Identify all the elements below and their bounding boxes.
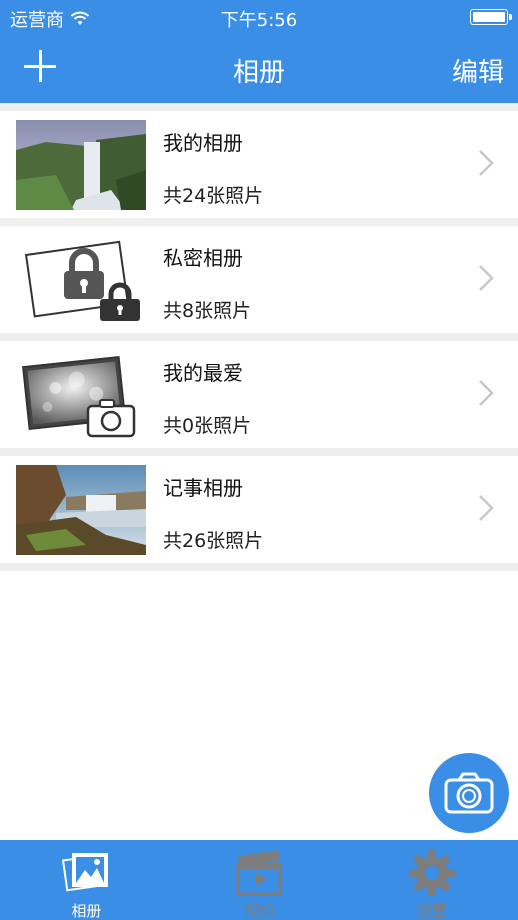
album-row-favorites[interactable]: 我的最爱 共0张照片 [0,341,518,448]
chevron-right-icon [479,495,494,521]
album-row-private[interactable]: 私密相册 共8张照片 [0,226,518,333]
favorite-camera-thumbnail [16,350,146,440]
album-name: 记事相册 [163,476,243,500]
tab-albums[interactable]: 相册 [0,840,173,920]
status-time: 下午5:56 [220,10,298,31]
album-row-my-album[interactable]: 我的相册 共24张照片 [0,111,518,218]
album-name: 我的最爱 [163,361,243,385]
edit-button[interactable]: 编辑 [452,52,504,89]
top-bar: 运营商 下午5:56 相册 编辑 [0,0,518,103]
album-row-notes[interactable]: 记事相册 共26张照片 [0,456,518,563]
navigation-bar: 相册 编辑 [0,34,518,103]
clapperboard-icon [236,850,282,896]
album-count: 共24张照片 [163,185,264,207]
album-count: 共0张照片 [163,415,252,437]
lock-photo-thumbnail [16,235,146,325]
waterfall-photo-thumbnail [16,120,146,210]
tab-settings[interactable]: 设置 [345,840,518,920]
album-count: 共8张照片 [163,300,252,322]
chevron-right-icon [479,380,494,406]
album-list: 我的相册 共24张照片 私密相册 共8张照片 我的最爱 共0张照片 记事相册 共… [0,103,518,571]
tab-bar: 相册 视频 设置 [0,840,518,920]
tab-label: 设置 [416,902,447,920]
tab-videos[interactable]: 视频 [173,840,346,920]
album-name: 私密相册 [163,246,243,270]
camera-icon [444,772,494,814]
album-count: 共26张照片 [163,530,264,552]
photos-icon [62,853,109,892]
coast-waterfall-thumbnail [16,465,146,555]
chevron-right-icon [479,265,494,291]
chevron-right-icon [479,150,494,176]
list-separator [0,333,518,341]
status-bar: 运营商 下午5:56 [0,0,518,34]
list-separator [0,448,518,456]
camera-button[interactable] [429,753,509,833]
tab-label: 相册 [71,902,102,920]
gear-icon [408,850,455,896]
list-separator [0,218,518,226]
page-title: 相册 [232,58,285,88]
list-separator [0,563,518,571]
battery-icon [470,9,512,25]
tab-label: 视频 [244,902,275,920]
list-separator [0,103,518,111]
album-name: 我的相册 [163,131,243,155]
